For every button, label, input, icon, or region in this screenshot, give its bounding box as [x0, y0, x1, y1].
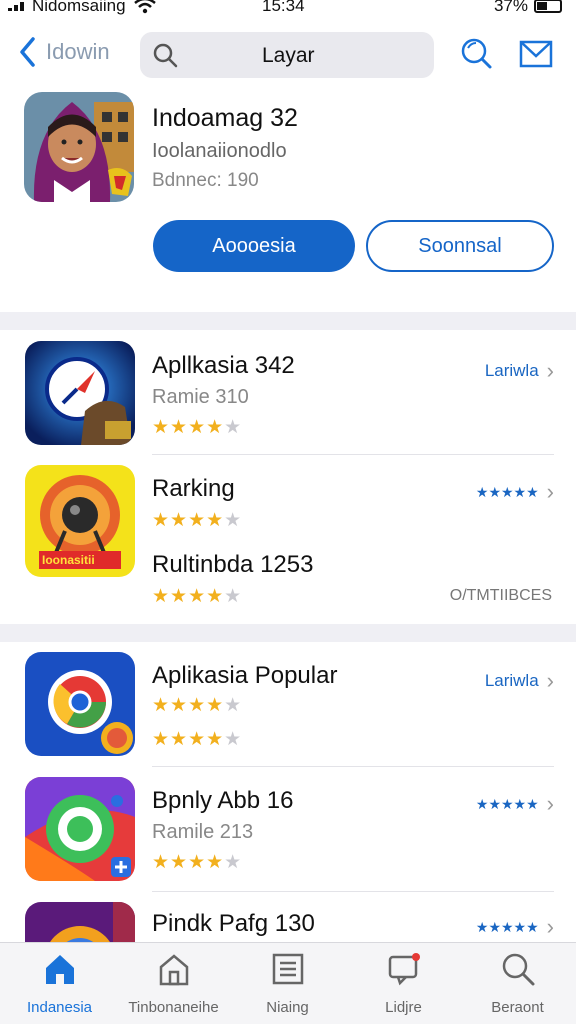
chat-icon [388, 953, 420, 986]
app-action-link[interactable]: ★★★★★ › [476, 479, 554, 505]
tab-search[interactable]: Beraont [460, 951, 575, 1021]
chevron-left-icon [20, 37, 35, 67]
app-name: Pindk Pafg 130 [152, 910, 315, 937]
search-icon [502, 953, 534, 986]
list-item[interactable]: Pindk Pafg 130 ★★★★★ › [0, 892, 576, 942]
tab-list[interactable]: Niaing [230, 951, 345, 1021]
app-list-section-2: Aplikasia Popular ★★★★★ ★★★★★ Lariwla › … [0, 642, 576, 942]
tab-label: Niaing [266, 999, 309, 1016]
app-name: Bpnly Abb 16 [152, 787, 294, 814]
app-action-label: Lariwla [484, 361, 539, 380]
list-item[interactable]: Aplikasia Popular ★★★★★ ★★★★★ Lariwla › [0, 642, 576, 767]
chrome-like-app-icon [25, 652, 135, 756]
tab-chat[interactable]: Lidjre [346, 951, 461, 1021]
search-field[interactable]: Layar [140, 32, 434, 78]
app-action-link[interactable]: Lariwla › [485, 668, 554, 694]
featured-app-subtitle: Ioolanaiionodlo [152, 140, 287, 162]
featured-app-title: Indoamag 32 [152, 104, 298, 132]
status-bar: Nidomsaiing 15:34 37% [0, 0, 576, 20]
status-time: 15:34 [262, 0, 305, 15]
app-tag: O/TMTIIBCES [449, 587, 552, 604]
camera-app-icon [25, 777, 135, 881]
rating-stars: ★★★★★ [152, 695, 243, 716]
app-action-link[interactable]: Lariwla › [485, 358, 554, 384]
nav-bar: Idowin Layar [0, 20, 576, 90]
chevron-right-icon: › [546, 668, 554, 693]
app-action-link[interactable]: ★★★★★ › [476, 791, 554, 817]
featured-app-meta: Bdnnec: 190 [152, 170, 259, 191]
rating-stars-secondary: ★★★★★ [152, 729, 243, 750]
building-icon [159, 954, 188, 986]
list-item[interactable]: Ioonasitii Rarking ★★★★★ Rultinbda 1253 … [0, 455, 576, 624]
chevron-right-icon: › [546, 791, 554, 816]
app-action-label: Lariwla [484, 671, 539, 690]
search-text: Layar [262, 44, 315, 67]
rating-stars-secondary: ★★★★★ [152, 586, 243, 607]
app-action-label: ★★★★★ [475, 918, 539, 935]
compass-app-icon [25, 341, 135, 445]
app-subtitle: Ramile 213 [152, 821, 254, 843]
app-icon-label: Ioonasitii [42, 553, 95, 567]
back-button[interactable]: Idowin [18, 36, 110, 68]
chevron-right-icon: › [546, 479, 554, 504]
home-icon [45, 955, 74, 984]
app-name: Aplikasia Popular [152, 662, 338, 689]
tab-label: Indanesia [26, 999, 93, 1016]
app-subtitle: Ramie 310 [152, 386, 249, 408]
chevron-right-icon: › [546, 358, 554, 383]
wifi-icon [133, 0, 156, 14]
carrier-group: Nidomsaiing [8, 0, 156, 16]
carrier-name: Nidomsaiing [32, 0, 126, 15]
tab-label: Beraont [491, 999, 544, 1016]
battery-icon [534, 0, 562, 13]
signal-icon [8, 1, 24, 11]
app-name-secondary: Rultinbda 1253 [152, 551, 314, 578]
rating-stars: ★★★★★ [152, 852, 243, 873]
app-list-section-1: Apllkasia 342 Ramie 310 ★★★★★ Lariwla › … [0, 330, 576, 624]
rating-stars: ★★★★★ [152, 417, 243, 438]
app-action-link[interactable]: ★★★★★ › [476, 914, 554, 940]
list-item[interactable]: Apllkasia 342 Ramie 310 ★★★★★ Lariwla › [0, 330, 576, 455]
featured-app-card: Indoamag 32 Ioolanaiionodlo Bdnnec: 190 … [0, 90, 576, 312]
tab-building[interactable]: Tinbonaneihe [116, 951, 231, 1021]
battery-percent: 37% [493, 0, 528, 15]
primary-action-button[interactable]: Aoooesia [153, 220, 355, 272]
search-action-icon[interactable] [456, 34, 496, 74]
search-icon [153, 43, 178, 68]
tab-home[interactable]: Indanesia [2, 951, 117, 1021]
list-item[interactable]: Bpnly Abb 16 Ramile 213 ★★★★★ ★★★★★ › [0, 767, 576, 892]
app-action-label: ★★★★★ [475, 795, 539, 812]
colorful-app-icon [25, 902, 135, 942]
chevron-right-icon: › [546, 914, 554, 939]
battery-group: 37% [494, 0, 562, 16]
back-label: Idowin [46, 39, 110, 64]
app-name: Apllkasia 342 [152, 352, 295, 379]
featured-app-image[interactable] [24, 92, 134, 202]
secondary-action-button[interactable]: Soonnsal [366, 220, 554, 272]
tab-bar: Indanesia Tinbonaneihe Niaing Lidjre Ber… [0, 942, 576, 1024]
app-name: Rarking [152, 475, 235, 502]
app-action-label: ★★★★★ [475, 483, 539, 500]
list-icon [272, 953, 303, 985]
tab-label: Tinbonaneihe [128, 999, 219, 1016]
tab-label: Lidjre [385, 999, 422, 1016]
speaker-app-icon: Ioonasitii [25, 465, 135, 577]
mail-icon[interactable] [516, 34, 556, 74]
rating-stars: ★★★★★ [152, 510, 243, 531]
